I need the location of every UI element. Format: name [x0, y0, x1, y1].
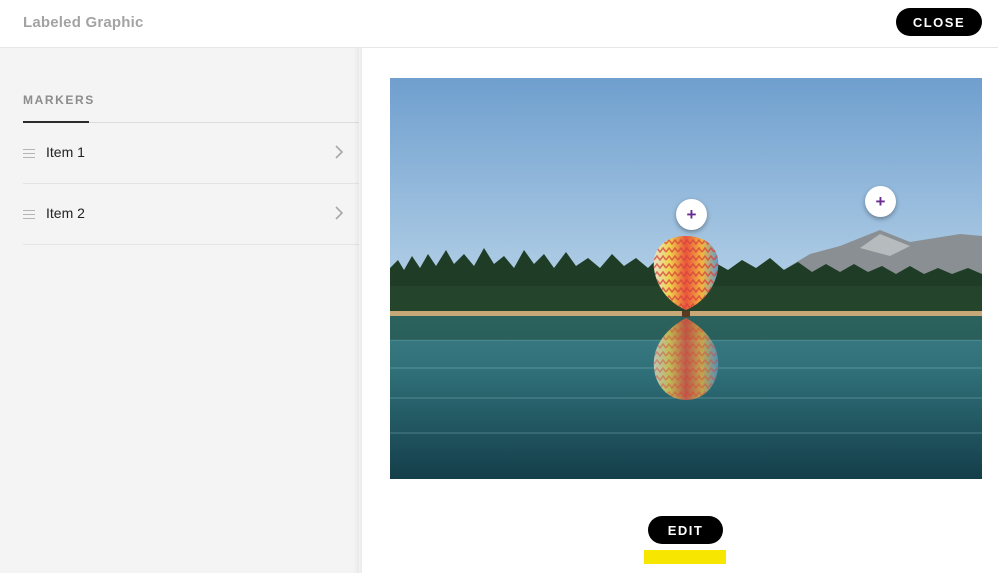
highlight-bar — [644, 550, 726, 564]
markers-sidebar: MARKERS Item 1 Item 2 — [0, 48, 359, 573]
chevron-right-icon — [335, 206, 344, 220]
marker-hotspot-1[interactable]: + — [676, 199, 707, 230]
tab-markers[interactable]: MARKERS — [23, 93, 95, 107]
app-title: Labeled Graphic — [23, 14, 144, 31]
sidebar-shadow — [354, 48, 362, 573]
marker-hotspot-2[interactable]: + — [865, 186, 896, 217]
top-bar: Labeled Graphic CLOSE — [0, 0, 998, 48]
marker-list: Item 1 Item 2 — [23, 123, 359, 245]
graphic-canvas[interactable]: + + — [390, 78, 982, 479]
marker-label: Item 2 — [46, 205, 85, 221]
drag-handle-icon[interactable] — [23, 149, 35, 158]
chevron-right-icon — [335, 145, 344, 159]
balloon-lake-image — [390, 78, 982, 479]
marker-item-2[interactable]: Item 2 — [23, 184, 359, 245]
drag-handle-icon[interactable] — [23, 210, 35, 219]
edit-button[interactable]: EDIT — [648, 516, 723, 544]
marker-label: Item 1 — [46, 144, 85, 160]
marker-item-1[interactable]: Item 1 — [23, 123, 359, 184]
close-button[interactable]: CLOSE — [896, 8, 982, 36]
